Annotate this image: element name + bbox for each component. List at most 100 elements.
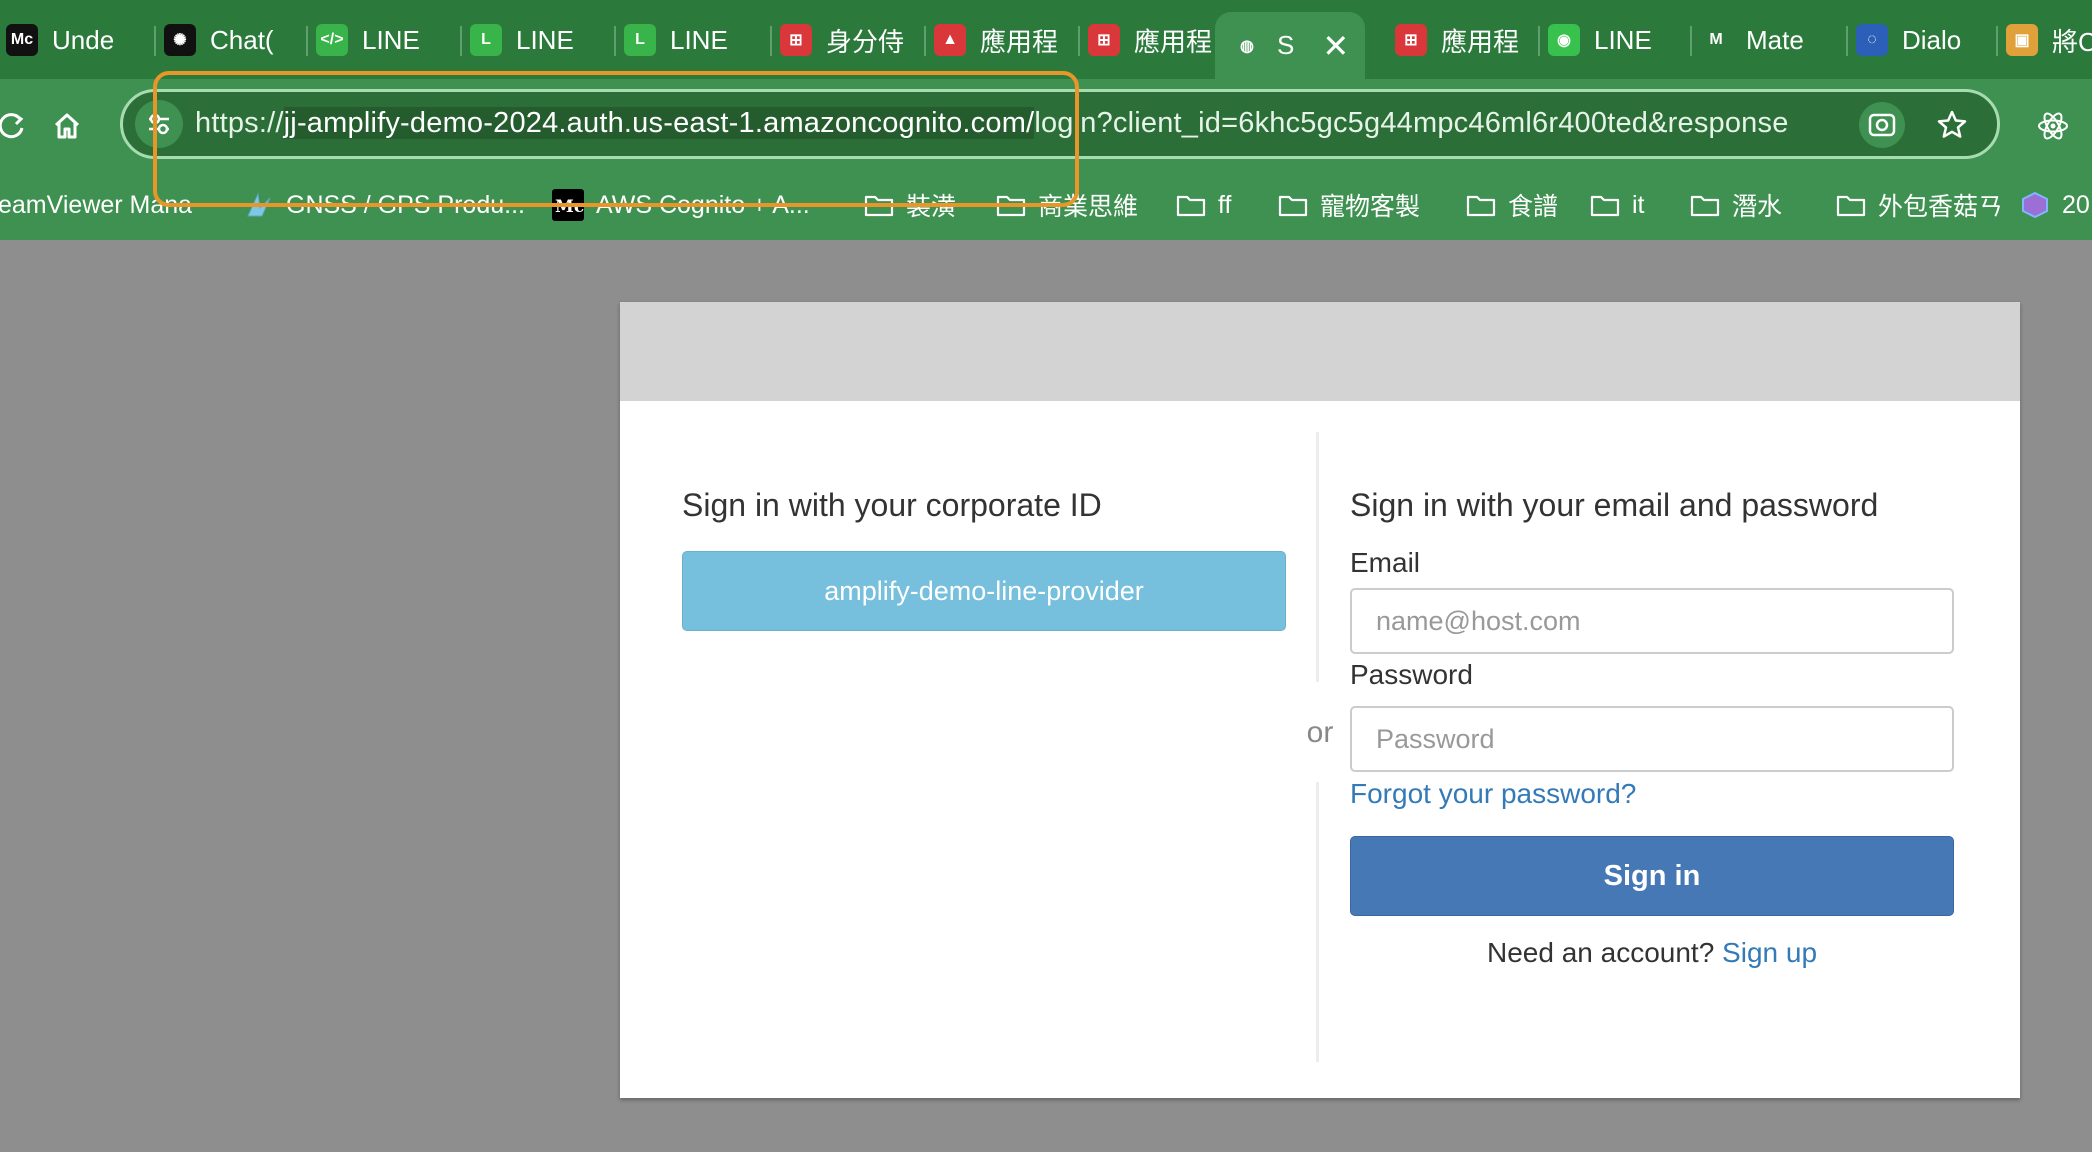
- bookmark-item[interactable]: 裝潢: [864, 185, 956, 225]
- bookmark-label: 潛水: [1732, 193, 1783, 221]
- bookmark-item[interactable]: 商業思維: [996, 185, 1138, 225]
- sign-in-button[interactable]: Sign in: [1350, 836, 1954, 916]
- bookmark-label: 裝潢: [906, 193, 957, 221]
- bookmark-item[interactable]: 潛水: [1690, 185, 1782, 225]
- folder-icon: [1466, 192, 1496, 218]
- tab-separator: [1078, 26, 1080, 56]
- email-field[interactable]: name@host.com: [1350, 588, 1954, 654]
- line-dev-code-icon: </>: [316, 24, 348, 56]
- password-label: Password: [1350, 659, 1473, 690]
- url-prefix: https://: [195, 107, 284, 139]
- browser-tab[interactable]: ◌ Dialo: [1856, 12, 1986, 68]
- email-label: Email: [1350, 547, 1421, 578]
- bookmark-label: AWS Cognito + A...: [596, 190, 810, 219]
- close-tab-icon[interactable]: ✕: [1322, 27, 1349, 65]
- bookmark-label: ff: [1218, 190, 1232, 219]
- tab-separator: [1846, 26, 1848, 56]
- react-extension-icon[interactable]: [2028, 101, 2078, 151]
- home-icon[interactable]: [42, 101, 92, 151]
- corporate-heading: Sign in with your corporate ID: [682, 487, 1102, 523]
- tab-label: Dialo: [1902, 24, 1962, 55]
- bookmark-label: 食譜: [1508, 193, 1559, 221]
- site-settings-icon[interactable]: [135, 100, 183, 148]
- line-chat-icon: ◉: [1548, 24, 1580, 56]
- reload-icon[interactable]: [0, 101, 36, 151]
- email-heading: Sign in with your email and password: [1350, 487, 1879, 523]
- google-lens-icon[interactable]: [1859, 102, 1905, 148]
- amplify-icon: ▲: [934, 24, 966, 56]
- bookmark-item[interactable]: 20: [2020, 185, 2090, 225]
- browser-tab[interactable]: ◉ LINE: [1548, 12, 1678, 68]
- browser-tab[interactable]: ⊞ 應用程: [1395, 12, 1525, 68]
- browser-tab[interactable]: Mc Unde: [6, 12, 141, 68]
- folder-icon: [996, 192, 1026, 218]
- line-shield-icon: L: [470, 24, 502, 56]
- browser-tab[interactable]: ✺ Chat(: [164, 12, 294, 68]
- password-field[interactable]: Password: [1350, 706, 1954, 772]
- bookmark-label: GNSS / GPS Produ...: [286, 190, 525, 219]
- browser-toolbar: https://jj-amplify-demo-2024.auth.us-eas…: [0, 79, 2092, 173]
- globe-icon: ◍: [1240, 37, 1254, 55]
- material-icon: M: [1700, 24, 1732, 56]
- bookmark-label: 外包香菇ㄢ: [1878, 193, 2004, 221]
- browser-tab[interactable]: ▲ 應用程: [934, 12, 1064, 68]
- tab-separator: [924, 26, 926, 56]
- dialogflow-icon: ◌: [1856, 24, 1888, 56]
- browser-tab[interactable]: L LINE: [624, 12, 754, 68]
- bookmark-item[interactable]: 外包香菇ㄢ: [1836, 185, 2003, 225]
- or-separator: or: [1306, 716, 1334, 749]
- tab-label: 應用程: [980, 26, 1059, 57]
- cognito-signin-panel: Sign in with your corporate ID amplify-d…: [620, 302, 2020, 1098]
- browser-tab[interactable]: ⊞ 身分侍: [780, 12, 910, 68]
- tab-separator: [306, 26, 308, 56]
- gnss-icon: [244, 190, 274, 220]
- tab-label: Unde: [52, 24, 115, 55]
- tab-label: 身分侍: [826, 26, 905, 57]
- bookmarks-bar: eamViewer Mana GNSS / GPS Produ... Mc AWS C…: [0, 173, 2092, 240]
- tab-strip: Mc Unde ✺ Chat(</> LINE L LINE L LINE ⊞ 身分侍 ▲ 應用程 ⊞ 應用…: [0, 0, 2092, 79]
- address-bar[interactable]: https://jj-amplify-demo-2024.auth.us-eas…: [120, 89, 2000, 159]
- sign-up-link[interactable]: Sign up: [1722, 937, 1817, 968]
- svg-text:Mc: Mc: [555, 197, 584, 217]
- bookmark-item[interactable]: it: [1590, 185, 1645, 225]
- bookmark-item[interactable]: 食譜: [1466, 185, 1558, 225]
- browser-tab[interactable]: M Mate: [1700, 12, 1835, 68]
- folder-icon: [1690, 192, 1720, 218]
- bookmark-star-icon[interactable]: [1929, 102, 1975, 148]
- identity-provider-button[interactable]: amplify-demo-line-provider: [682, 551, 1286, 631]
- tab-separator: [770, 26, 772, 56]
- folder-icon: [864, 192, 894, 218]
- signup-line: Need an account? Sign up: [1350, 937, 1954, 969]
- tab-label: S: [1277, 30, 1295, 60]
- tab-separator: [460, 26, 462, 56]
- tab-separator: [1538, 26, 1540, 56]
- app-red-icon: ⊞: [1395, 24, 1427, 56]
- bookmark-item[interactable]: ff: [1176, 185, 1231, 225]
- tab-label: Mate: [1746, 24, 1804, 55]
- folder-icon: [1590, 192, 1620, 218]
- forgot-password-link[interactable]: Forgot your password?: [1350, 778, 1636, 810]
- bookmark-item[interactable]: Mc AWS Cognito + A...: [552, 185, 810, 225]
- browser-tab[interactable]: L LINE: [470, 12, 600, 68]
- browser-tab[interactable]: ⊞ 應用程: [1088, 12, 1218, 68]
- browser-tab[interactable]: ◍ S ✕: [1215, 12, 1365, 79]
- tab-separator: [1996, 26, 1998, 56]
- chatgpt-icon: ✺: [164, 24, 196, 56]
- tab-label: 將C: [2052, 26, 2092, 57]
- email-signin-section: Sign in with your email and password Ema…: [1350, 487, 1954, 968]
- browser-tab[interactable]: </> LINE: [316, 12, 446, 68]
- bookmark-item[interactable]: GNSS / GPS Produ...: [244, 185, 525, 225]
- bookmark-item[interactable]: 寵物客製: [1278, 185, 1420, 225]
- tab-separator: [1690, 26, 1692, 56]
- browser-tab[interactable]: ▣ 將C: [2006, 12, 2092, 68]
- tab-label: LINE: [516, 24, 574, 55]
- bookmark-label: 商業思維: [1038, 193, 1139, 221]
- divider: [1316, 782, 1319, 1062]
- corporate-signin-section: Sign in with your corporate ID amplify-d…: [682, 487, 1286, 631]
- bookmark-item[interactable]: eamViewer Mana: [0, 185, 192, 225]
- line-shield-icon: L: [624, 24, 656, 56]
- url-text[interactable]: https://jj-amplify-demo-2024.auth.us-eas…: [195, 107, 1789, 140]
- panel-banner: [620, 302, 2020, 401]
- tab-label: 應用程: [1134, 26, 1213, 57]
- tab-label: LINE: [362, 24, 420, 55]
